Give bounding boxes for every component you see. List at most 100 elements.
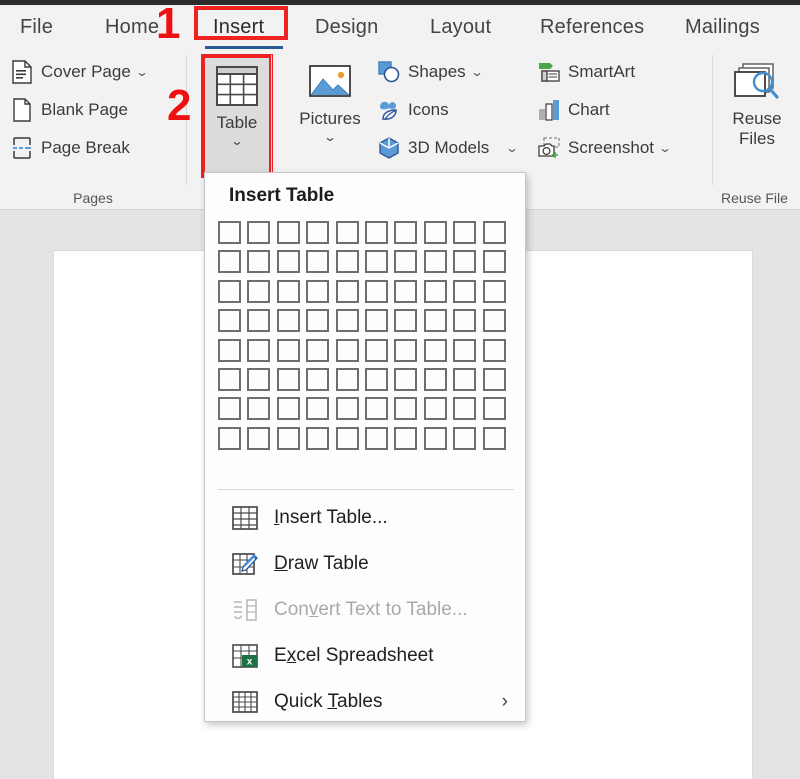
- table-size-cell[interactable]: [306, 338, 330, 362]
- table-size-cell[interactable]: [423, 250, 447, 274]
- table-size-cell[interactable]: [247, 367, 271, 391]
- table-size-cell[interactable]: [218, 309, 241, 333]
- chevron-down-icon[interactable]: ⌄: [135, 65, 149, 79]
- table-size-cell[interactable]: [453, 250, 477, 274]
- table-size-cell[interactable]: [364, 279, 388, 303]
- table-size-cell[interactable]: [453, 221, 477, 244]
- table-size-cell[interactable]: [335, 397, 359, 421]
- table-size-cell[interactable]: [247, 250, 271, 274]
- table-size-cell[interactable]: [335, 221, 359, 244]
- table-size-cell[interactable]: [423, 309, 447, 333]
- table-size-cell[interactable]: [306, 309, 330, 333]
- smartart-button[interactable]: SmartArt: [537, 57, 635, 87]
- table-size-cell[interactable]: [423, 397, 447, 421]
- table-size-cell[interactable]: [247, 279, 271, 303]
- table-size-cell[interactable]: [218, 279, 241, 303]
- table-size-cell[interactable]: [276, 367, 300, 391]
- table-size-cell[interactable]: [453, 309, 477, 333]
- table-size-cell[interactable]: [335, 309, 359, 333]
- table-size-cell[interactable]: [453, 426, 477, 450]
- tab-file[interactable]: File: [10, 5, 63, 49]
- menu-item-draw-table[interactable]: Draw Table: [218, 541, 514, 587]
- table-size-cell[interactable]: [276, 397, 300, 421]
- table-size-cell[interactable]: [364, 250, 388, 274]
- table-size-cell[interactable]: [482, 426, 506, 450]
- table-size-cell[interactable]: [423, 221, 447, 244]
- table-size-cell[interactable]: [306, 367, 330, 391]
- table-size-cell[interactable]: [247, 338, 271, 362]
- table-size-cell[interactable]: [276, 338, 300, 362]
- table-size-cell[interactable]: [218, 426, 241, 450]
- table-size-cell[interactable]: [276, 309, 300, 333]
- table-size-cell[interactable]: [394, 367, 418, 391]
- page-break-button[interactable]: Page Break: [10, 133, 130, 163]
- table-size-cell[interactable]: [423, 279, 447, 303]
- tab-design[interactable]: Design: [305, 5, 388, 49]
- table-size-cell[interactable]: [394, 279, 418, 303]
- table-size-cell[interactable]: [453, 279, 477, 303]
- 3d-models-button[interactable]: 3D Models ⌄: [377, 133, 520, 163]
- table-size-cell[interactable]: [364, 367, 388, 391]
- icons-button[interactable]: Icons: [377, 95, 449, 125]
- table-size-cell[interactable]: [335, 338, 359, 362]
- table-size-cell[interactable]: [364, 338, 388, 362]
- shapes-button[interactable]: Shapes ⌄: [377, 57, 484, 87]
- table-size-cell[interactable]: [276, 250, 300, 274]
- table-size-cell[interactable]: [394, 426, 418, 450]
- table-size-cell[interactable]: [453, 367, 477, 391]
- table-size-cell[interactable]: [335, 367, 359, 391]
- table-size-cell[interactable]: [394, 221, 418, 244]
- table-size-cell[interactable]: [423, 426, 447, 450]
- tab-references[interactable]: References: [530, 5, 654, 49]
- reuse-files-button[interactable]: Reuse Files: [719, 54, 795, 149]
- table-size-cell[interactable]: [306, 250, 330, 274]
- screenshot-button[interactable]: Screenshot ⌄: [537, 133, 672, 163]
- table-size-cell[interactable]: [306, 426, 330, 450]
- table-size-cell[interactable]: [394, 250, 418, 274]
- table-size-grid[interactable]: [218, 221, 512, 456]
- table-size-cell[interactable]: [218, 367, 241, 391]
- table-size-cell[interactable]: [364, 221, 388, 244]
- chart-button[interactable]: Chart: [537, 95, 610, 125]
- menu-item-quick-tables[interactable]: Quick Tables ›: [218, 679, 514, 725]
- table-size-cell[interactable]: [482, 367, 506, 391]
- tab-insert[interactable]: Insert: [203, 5, 274, 49]
- tab-layout[interactable]: Layout: [420, 5, 501, 49]
- table-size-cell[interactable]: [364, 309, 388, 333]
- table-button[interactable]: Table ⌄: [201, 54, 273, 178]
- table-size-cell[interactable]: [276, 426, 300, 450]
- table-size-cell[interactable]: [218, 397, 241, 421]
- table-size-cell[interactable]: [335, 279, 359, 303]
- table-size-cell[interactable]: [482, 338, 506, 362]
- chevron-right-icon[interactable]: ›: [502, 691, 508, 713]
- table-size-cell[interactable]: [394, 397, 418, 421]
- table-size-cell[interactable]: [306, 397, 330, 421]
- table-size-cell[interactable]: [394, 309, 418, 333]
- table-size-cell[interactable]: [247, 309, 271, 333]
- table-size-cell[interactable]: [394, 338, 418, 362]
- table-size-cell[interactable]: [453, 338, 477, 362]
- table-size-cell[interactable]: [306, 279, 330, 303]
- chevron-down-icon[interactable]: ⌄: [506, 141, 520, 155]
- table-size-cell[interactable]: [453, 397, 477, 421]
- table-size-cell[interactable]: [482, 250, 506, 274]
- table-size-cell[interactable]: [364, 426, 388, 450]
- table-size-cell[interactable]: [247, 221, 271, 244]
- table-size-cell[interactable]: [247, 426, 271, 450]
- table-size-cell[interactable]: [247, 397, 271, 421]
- table-size-cell[interactable]: [276, 221, 300, 244]
- blank-page-button[interactable]: Blank Page: [10, 95, 128, 125]
- table-size-cell[interactable]: [218, 338, 241, 362]
- tab-mailings[interactable]: Mailings: [675, 5, 770, 49]
- table-size-cell[interactable]: [218, 250, 241, 274]
- chevron-down-icon[interactable]: ⌄: [658, 141, 672, 155]
- table-size-cell[interactable]: [335, 426, 359, 450]
- table-size-cell[interactable]: [482, 279, 506, 303]
- chevron-down-icon[interactable]: ⌄: [194, 134, 280, 148]
- chevron-down-icon[interactable]: ⌄: [470, 65, 484, 79]
- table-size-cell[interactable]: [482, 221, 506, 244]
- table-size-cell[interactable]: [482, 309, 506, 333]
- menu-item-excel-spreadsheet[interactable]: x Excel Spreadsheet: [218, 633, 514, 679]
- cover-page-button[interactable]: Cover Page ⌄: [10, 57, 149, 87]
- table-size-cell[interactable]: [276, 279, 300, 303]
